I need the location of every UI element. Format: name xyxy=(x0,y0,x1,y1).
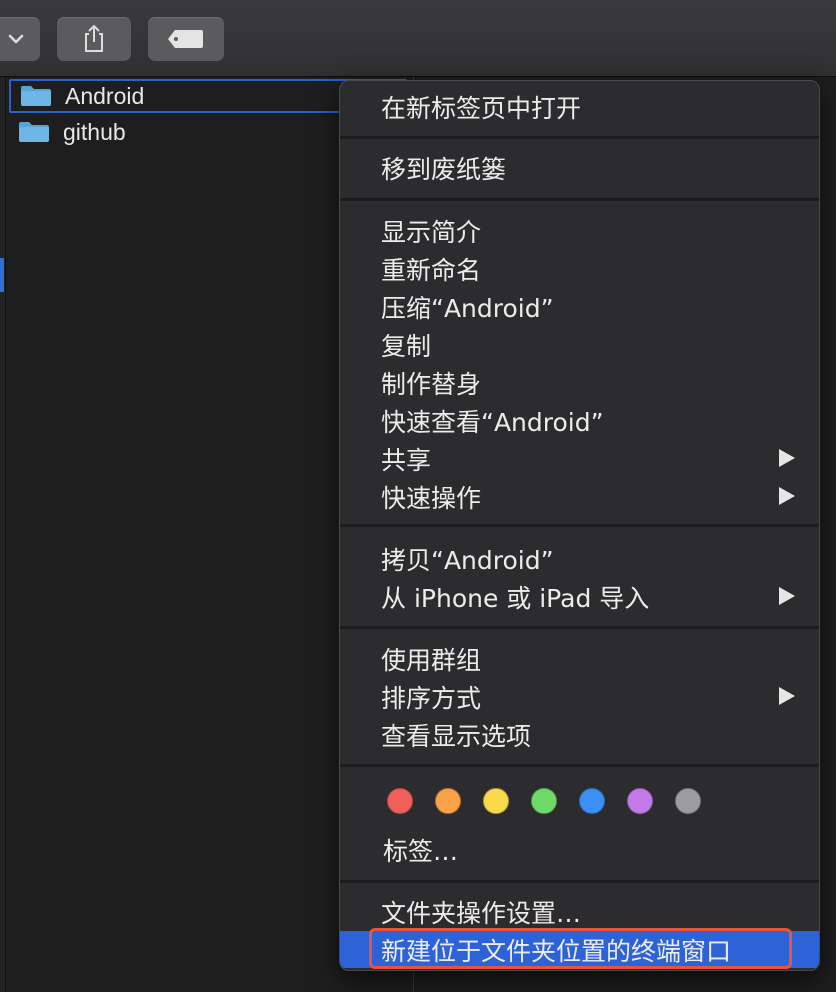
menu-item-label: 共享 xyxy=(381,446,432,475)
menu-compress[interactable]: 压缩“Android” xyxy=(340,288,819,326)
tag-orange-dot[interactable] xyxy=(435,788,461,814)
menu-quick-actions[interactable]: 快速操作 xyxy=(340,478,819,516)
menu-new-terminal-at-folder[interactable]: 新建位于文件夹位置的终端窗口 xyxy=(340,931,819,968)
menu-open-in-new-tab[interactable]: 在新标签页中打开 xyxy=(340,88,819,126)
menu-use-groups[interactable]: 使用群组 xyxy=(340,640,819,678)
menu-item-label: 快速查看“Android” xyxy=(381,408,604,437)
folder-icon xyxy=(18,121,50,143)
menu-item-label: 拷贝“Android” xyxy=(381,546,554,575)
menu-item-label: 从 iPhone 或 iPad 导入 xyxy=(381,584,650,613)
menu-item-label: 复制 xyxy=(381,332,432,361)
menu-separator xyxy=(340,198,819,201)
menu-quick-look[interactable]: 快速查看“Android” xyxy=(340,402,819,440)
menu-item-label: 在新标签页中打开 xyxy=(381,94,582,123)
tag-purple-dot[interactable] xyxy=(627,788,653,814)
menu-rename[interactable]: 重新命名 xyxy=(340,250,819,288)
tags-button[interactable] xyxy=(148,17,224,61)
submenu-arrow-icon xyxy=(779,449,795,467)
menu-copy[interactable]: 拷贝“Android” xyxy=(340,540,819,578)
menu-item-label: 查看显示选项 xyxy=(381,722,532,751)
menu-show-view-options[interactable]: 查看显示选项 xyxy=(340,716,819,754)
submenu-arrow-icon xyxy=(779,587,795,605)
menu-item-label: 制作替身 xyxy=(381,370,482,399)
menu-item-label: 排序方式 xyxy=(381,684,482,713)
share-button[interactable] xyxy=(57,17,131,61)
menu-separator xyxy=(340,626,819,629)
menu-separator xyxy=(340,524,819,527)
toolbar xyxy=(0,0,836,77)
tag-gray-dot[interactable] xyxy=(675,788,701,814)
menu-item-label: 显示简介 xyxy=(381,218,482,247)
tag-red-dot[interactable] xyxy=(387,788,413,814)
menu-sort-by[interactable]: 排序方式 xyxy=(340,678,819,716)
menu-import-from-iphone[interactable]: 从 iPhone 或 iPad 导入 xyxy=(340,578,819,616)
menu-item-label: 快速操作 xyxy=(381,484,482,513)
tag-color-row xyxy=(387,788,723,818)
menu-tags[interactable]: 标签… xyxy=(340,831,819,869)
menu-item-label: 使用群组 xyxy=(381,646,482,675)
menu-share[interactable]: 共享 xyxy=(340,440,819,478)
tag-green-dot[interactable] xyxy=(531,788,557,814)
finder-window: Android github 在新标签页中打开 移到废纸篓 显示简介 重新命名 xyxy=(0,0,836,992)
menu-item-label: 移到废纸篓 xyxy=(381,155,507,184)
menu-item-label: 压缩“Android” xyxy=(381,294,554,323)
submenu-arrow-icon xyxy=(779,487,795,505)
file-name: Android xyxy=(65,82,145,109)
context-menu: 在新标签页中打开 移到废纸篓 显示简介 重新命名 压缩“Android” 复制 … xyxy=(339,80,820,971)
menu-item-label: 标签… xyxy=(383,837,459,866)
menu-item-label: 文件夹操作设置… xyxy=(381,899,582,928)
menu-move-to-trash[interactable]: 移到废纸篓 xyxy=(340,149,819,187)
tag-icon xyxy=(168,30,203,48)
view-options-button[interactable] xyxy=(0,17,40,61)
tag-blue-dot[interactable] xyxy=(579,788,605,814)
sidebar-selection-marker xyxy=(0,258,4,292)
menu-item-label: 重新命名 xyxy=(381,256,482,285)
menu-make-alias[interactable]: 制作替身 xyxy=(340,364,819,402)
folder-icon xyxy=(20,85,52,107)
file-name: github xyxy=(63,118,126,145)
tag-yellow-dot[interactable] xyxy=(483,788,509,814)
chevron-down-icon xyxy=(8,34,24,44)
menu-get-info[interactable]: 显示简介 xyxy=(340,212,819,250)
menu-duplicate[interactable]: 复制 xyxy=(340,326,819,364)
menu-separator xyxy=(340,880,819,883)
menu-item-label: 新建位于文件夹位置的终端窗口 xyxy=(381,936,732,966)
menu-separator xyxy=(340,136,819,139)
share-icon xyxy=(85,24,103,52)
menu-separator xyxy=(340,764,819,767)
menu-folder-actions-setup[interactable]: 文件夹操作设置… xyxy=(340,893,819,931)
submenu-arrow-icon xyxy=(779,687,795,705)
